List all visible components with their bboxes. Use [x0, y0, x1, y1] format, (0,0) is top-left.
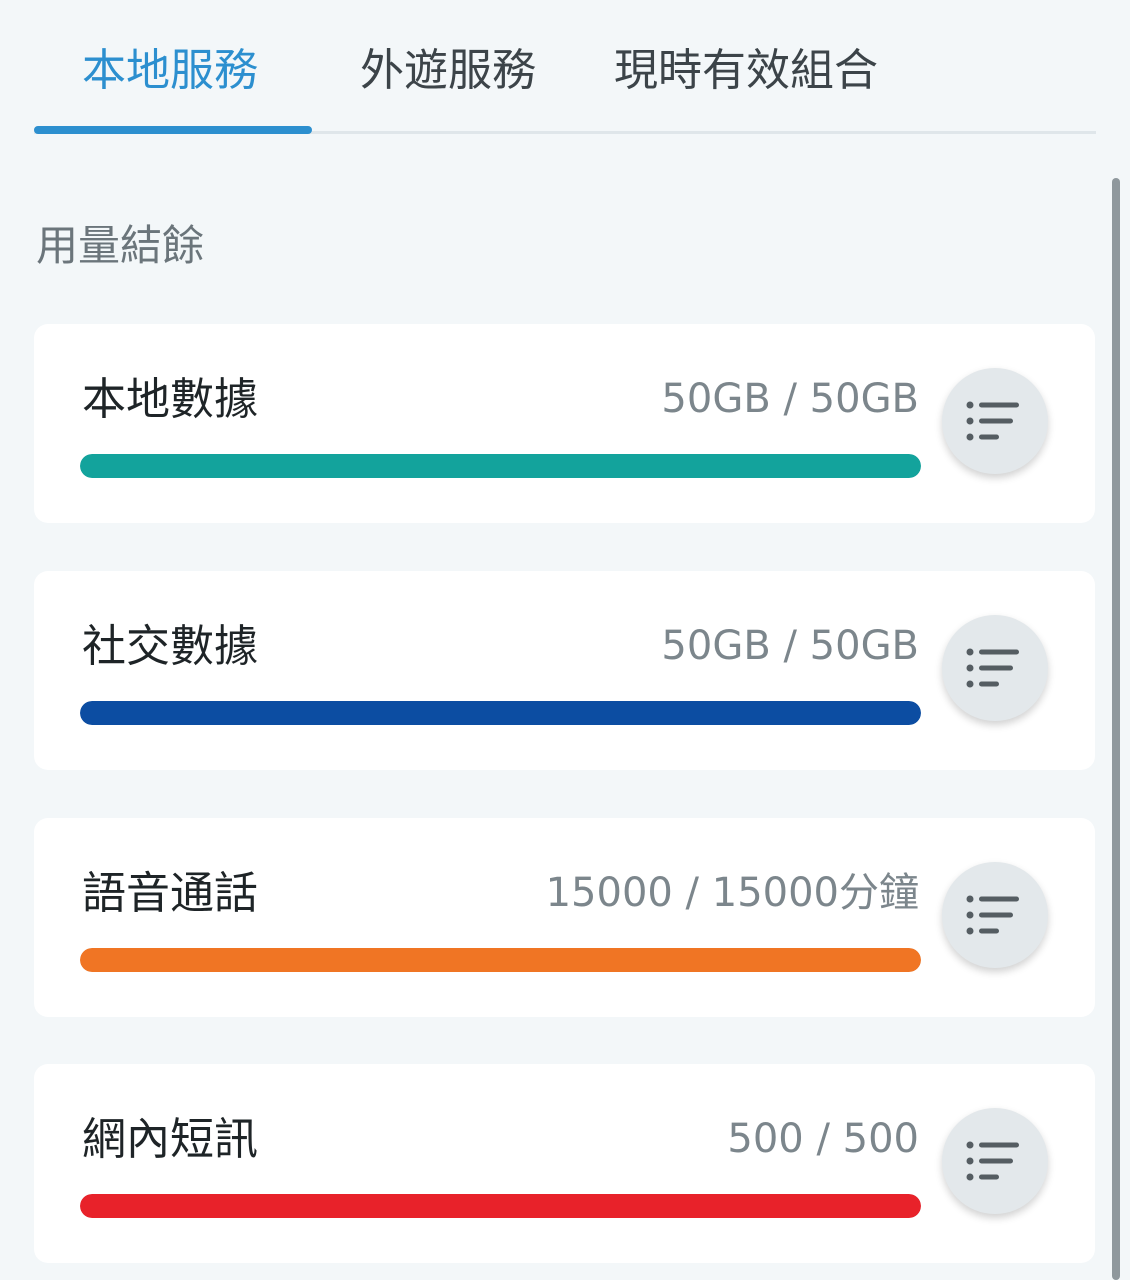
tab-active-packages[interactable]: 現時有效組合: [614, 40, 878, 102]
usage-progress-bar: [80, 948, 921, 972]
usage-name: 網內短訊: [82, 1114, 258, 1165]
usage-name: 語音通話: [82, 868, 258, 919]
usage-name: 社交數據: [82, 621, 258, 672]
list-icon: [966, 1141, 1019, 1181]
list-icon: [966, 648, 1019, 688]
usage-card-voice-call: 語音通話 15000 / 15000分鐘: [34, 818, 1095, 1017]
usage-value: 50GB / 50GB: [661, 623, 919, 669]
usage-progress-bar: [80, 701, 921, 725]
usage-progress-bar: [80, 1194, 921, 1218]
usage-card-sms: 網內短訊 500 / 500: [34, 1064, 1095, 1263]
usage-progress-fill: [80, 701, 921, 725]
active-tab-indicator: [34, 126, 312, 134]
usage-progress-fill: [80, 948, 921, 972]
tab-local-service[interactable]: 本地服務: [82, 40, 258, 102]
usage-detail-button[interactable]: [942, 1108, 1048, 1214]
scrollbar[interactable]: [1112, 178, 1120, 1280]
usage-progress-bar: [80, 454, 921, 478]
list-icon: [966, 895, 1019, 935]
usage-detail-button[interactable]: [942, 615, 1048, 721]
list-icon: [966, 401, 1019, 441]
section-title: 用量結餘: [36, 221, 205, 270]
usage-detail-button[interactable]: [942, 862, 1048, 968]
usage-progress-fill: [80, 454, 921, 478]
usage-value: 15000 / 15000分鐘: [545, 870, 919, 916]
tab-bar: 本地服務 外遊服務 現時有效組合: [34, 0, 1096, 134]
usage-detail-button[interactable]: [942, 368, 1048, 474]
usage-card-local-data: 本地數據 50GB / 50GB: [34, 324, 1095, 523]
usage-name: 本地數據: [82, 374, 258, 425]
usage-value: 50GB / 50GB: [661, 376, 919, 422]
usage-value: 500 / 500: [727, 1116, 919, 1162]
usage-card-social-data: 社交數據 50GB / 50GB: [34, 571, 1095, 770]
tab-roaming-service[interactable]: 外遊服務: [360, 40, 536, 102]
usage-progress-fill: [80, 1194, 921, 1218]
